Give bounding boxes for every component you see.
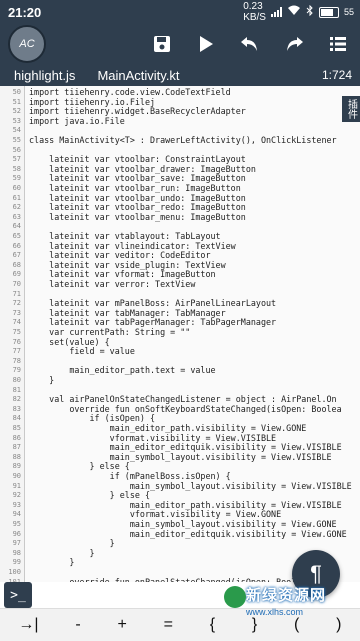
line-number: 78: [12, 356, 21, 365]
redo-icon: [287, 37, 303, 51]
line-number: 63: [12, 212, 21, 221]
line-number: 81: [12, 385, 21, 394]
line-number: 66: [12, 241, 21, 250]
line-number: 77: [12, 347, 21, 356]
line-number: 97: [12, 539, 21, 548]
line-number: 99: [12, 558, 21, 567]
watermark-title: 新绿资源网: [246, 587, 327, 604]
line-number: 100: [8, 568, 21, 576]
line-number: 93: [12, 500, 21, 509]
line-number: 65: [12, 232, 21, 240]
save-button[interactable]: [140, 24, 184, 64]
menu-icon: [330, 37, 346, 51]
line-number: 79: [12, 366, 21, 375]
line-number: 72: [12, 299, 21, 308]
code-text[interactable]: }: [29, 558, 74, 568]
code-text[interactable]: class MainActivity<T> : DrawerLeftActivi…: [29, 135, 337, 146]
app-logo-drawer-button[interactable]: AC: [8, 25, 46, 63]
code-text[interactable]: lateinit var vtoolbar_menu: ImageButton: [29, 212, 246, 223]
line-number: 89: [12, 462, 21, 471]
line-number: 53: [12, 116, 21, 125]
status-bar: 21:20 0.23 KB/S 55: [0, 0, 360, 24]
battery-level: 55: [343, 7, 354, 17]
symbol-equals[interactable]: =: [164, 616, 173, 634]
line-number: 50: [12, 88, 21, 96]
line-number: 54: [12, 126, 21, 135]
status-indicators: 0.23 KB/S 55: [243, 1, 354, 23]
line-number: 56: [12, 145, 21, 154]
redo-button[interactable]: [272, 24, 316, 64]
line-number: 62: [12, 203, 21, 212]
line-number: 64: [12, 222, 21, 231]
line-number: 96: [12, 529, 21, 538]
file-tabs: highlight.js MainActivity.kt 1:724: [0, 64, 360, 86]
console-button[interactable]: >_: [4, 582, 32, 608]
code-text[interactable]: main_editor_path.text = value: [29, 366, 215, 376]
line-number: 91: [12, 481, 21, 490]
line-number: 57: [12, 155, 21, 164]
signal-icon: [270, 7, 282, 17]
code-text[interactable]: override fun onPanelStateChanged(isOpen:…: [29, 577, 311, 582]
run-icon: [200, 36, 213, 52]
tab-mainactivity-kt[interactable]: MainActivity.kt: [97, 68, 179, 83]
line-number: 73: [12, 308, 21, 317]
line-number: 51: [12, 97, 21, 106]
symbol-plus[interactable]: +: [117, 616, 126, 634]
editor-toolbar: AC: [0, 24, 360, 64]
line-number: 85: [12, 424, 21, 432]
line-number: 70: [12, 280, 21, 288]
undo-icon: [241, 37, 257, 51]
line-number: 60: [12, 184, 21, 192]
watermark-url: www.xlhs.com: [246, 607, 304, 617]
line-number: 59: [12, 174, 21, 183]
tab-highlight-js[interactable]: highlight.js: [14, 68, 75, 83]
side-plugin-tab[interactable]: 插件: [342, 96, 360, 122]
watermark: 新绿资源网 www.xlhs.com: [224, 584, 358, 632]
line-number: 52: [12, 107, 21, 116]
status-time: 21:20: [8, 4, 42, 20]
undo-button[interactable]: [228, 24, 272, 64]
line-number: 84: [12, 414, 21, 423]
code-text[interactable]: import java.io.File: [29, 116, 125, 127]
menu-button[interactable]: [316, 24, 360, 64]
line-number: 68: [12, 260, 21, 269]
line-number: 67: [12, 251, 21, 260]
line-number: 55: [12, 136, 21, 144]
line-number: 98: [12, 548, 21, 557]
line-number: 92: [12, 491, 21, 500]
watermark-logo-icon: [224, 586, 246, 608]
code-text[interactable]: lateinit var verror: TextView: [29, 279, 195, 290]
line-number: 86: [12, 433, 21, 442]
code-text[interactable]: }: [29, 375, 54, 386]
line-number: 58: [12, 164, 21, 173]
line-number: 71: [12, 289, 21, 298]
line-number: 76: [12, 337, 21, 346]
line-number: 95: [12, 520, 21, 528]
line-number: 82: [12, 395, 21, 404]
line-number: 61: [12, 193, 21, 202]
line-number: 74: [12, 318, 21, 327]
bluetooth-icon: [306, 4, 314, 19]
network-speed: 0.23 KB/S: [243, 1, 266, 23]
line-number: 83: [12, 404, 21, 413]
run-button[interactable]: [184, 24, 228, 64]
code-text[interactable]: field = value: [29, 347, 135, 357]
cursor-position-indicator[interactable]: 1:724: [322, 68, 352, 82]
symbol-tab[interactable]: →|: [18, 616, 38, 634]
line-number: 90: [12, 472, 21, 480]
battery-icon: [318, 6, 339, 18]
line-number: 94: [12, 510, 21, 519]
line-number: 88: [12, 452, 21, 461]
line-number: 75: [12, 328, 21, 336]
symbol-open-brace[interactable]: {: [210, 616, 215, 634]
line-number: 80: [12, 376, 21, 384]
symbol-minus[interactable]: -: [75, 616, 80, 634]
wifi-icon: [287, 5, 301, 19]
code-editor[interactable]: 50 import tiiehenry.code.view.CodeTextFie…: [0, 86, 360, 582]
line-number: 69: [12, 270, 21, 279]
save-icon: [154, 36, 170, 52]
line-number: 87: [12, 443, 21, 452]
